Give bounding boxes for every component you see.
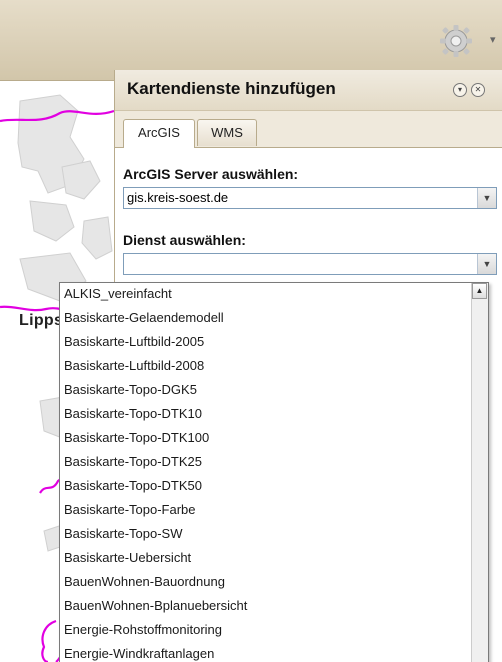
list-item[interactable]: BauenWohnen-Bplanuebersicht bbox=[64, 598, 247, 613]
app-frame: ▾ Lippstadt Kartendienste hinzufügen ▾ ✕… bbox=[0, 0, 502, 662]
list-item[interactable]: ALKIS_vereinfacht bbox=[64, 286, 172, 301]
service-type-tabs: ArcGIS WMS bbox=[115, 111, 502, 148]
list-item[interactable]: Basiskarte-Uebersicht bbox=[64, 550, 191, 565]
service-select-label: Dienst auswählen: bbox=[123, 232, 246, 248]
list-item[interactable]: Basiskarte-Topo-DGK5 bbox=[64, 382, 197, 397]
service-select[interactable]: ▼ bbox=[123, 253, 497, 275]
list-item[interactable]: Basiskarte-Topo-DTK25 bbox=[64, 454, 202, 469]
panel-title: Kartendienste hinzufügen bbox=[127, 79, 336, 98]
service-dropdown-list[interactable]: ALKIS_vereinfacht Basiskarte-Gelaendemod… bbox=[59, 282, 489, 662]
scroll-up-icon[interactable]: ▲ bbox=[472, 283, 487, 299]
list-item[interactable]: Basiskarte-Luftbild-2005 bbox=[64, 334, 204, 349]
chevron-down-icon[interactable]: ▼ bbox=[477, 254, 496, 274]
list-item[interactable]: Basiskarte-Topo-DTK10 bbox=[64, 406, 202, 421]
collapse-icon[interactable]: ▾ bbox=[453, 83, 467, 97]
chevron-down-icon[interactable]: ▾ bbox=[490, 33, 496, 46]
tab-arcgis[interactable]: ArcGIS bbox=[123, 119, 195, 148]
top-toolbar: ▾ bbox=[0, 0, 502, 81]
list-item[interactable]: Basiskarte-Topo-DTK50 bbox=[64, 478, 202, 493]
list-item[interactable]: Energie-Windkraftanlagen bbox=[64, 646, 214, 661]
list-item[interactable]: Basiskarte-Topo-SW bbox=[64, 526, 182, 541]
list-item[interactable]: Energie-Rohstoffmonitoring bbox=[64, 622, 222, 637]
panel-header: Kartendienste hinzufügen ▾ ✕ bbox=[115, 70, 502, 111]
gear-icon[interactable] bbox=[438, 23, 474, 59]
chevron-down-icon[interactable]: ▼ bbox=[477, 188, 496, 208]
list-item[interactable]: Basiskarte-Gelaendemodell bbox=[64, 310, 224, 325]
tab-wms[interactable]: WMS bbox=[197, 119, 257, 146]
close-icon[interactable]: ✕ bbox=[471, 83, 485, 97]
server-select-label: ArcGIS Server auswählen: bbox=[123, 166, 299, 182]
list-item[interactable]: Basiskarte-Topo-DTK100 bbox=[64, 430, 209, 445]
list-item[interactable]: Basiskarte-Luftbild-2008 bbox=[64, 358, 204, 373]
scrollbar[interactable]: ▲ bbox=[471, 283, 488, 662]
server-select-value: gis.kreis-soest.de bbox=[127, 190, 229, 205]
list-item[interactable]: Basiskarte-Topo-Farbe bbox=[64, 502, 196, 517]
server-select[interactable]: gis.kreis-soest.de ▼ bbox=[123, 187, 497, 209]
list-item[interactable]: BauenWohnen-Bauordnung bbox=[64, 574, 225, 589]
